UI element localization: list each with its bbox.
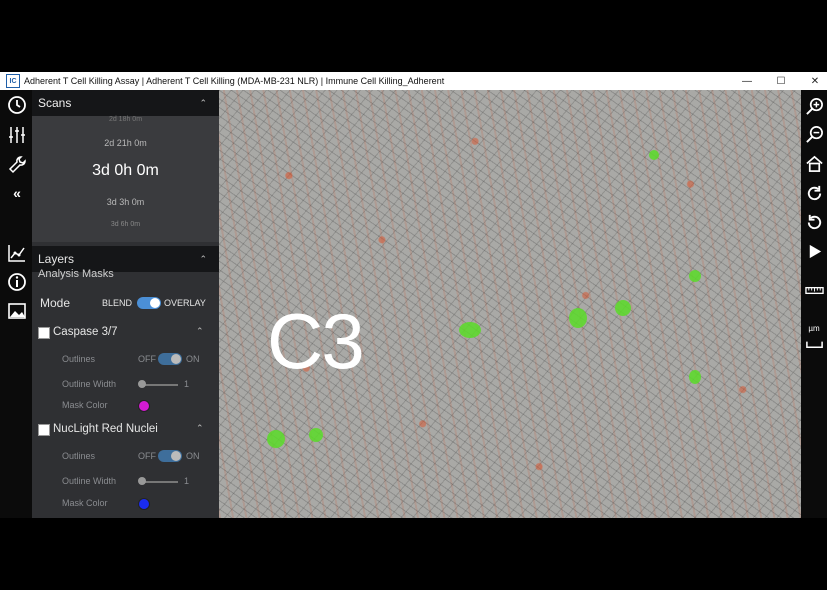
outlines-on-label: ON [186, 354, 200, 364]
green-cell [267, 430, 285, 448]
right-toolbar: µm [801, 90, 827, 518]
outline-width-label: Outline Width [62, 476, 117, 486]
clock-icon[interactable] [6, 94, 28, 116]
mask-color-swatch[interactable] [138, 498, 150, 510]
scans-header[interactable]: Scans ⌃ [32, 90, 219, 116]
mode-overlay-option[interactable]: OVERLAY [164, 298, 206, 308]
outlines-label: Outlines [62, 354, 96, 364]
outlines-off-label: OFF [138, 451, 156, 461]
left-toolbar: « [0, 90, 32, 518]
home-icon[interactable] [804, 153, 824, 173]
app-window: IC Adherent T Cell Killing Assay | Adher… [0, 72, 827, 518]
layers-title: Layers [38, 252, 75, 266]
image-viewer[interactable]: C3 [219, 90, 801, 518]
ruler-icon[interactable] [804, 280, 824, 300]
image-icon[interactable] [6, 300, 28, 322]
collapse-chevron-icon[interactable]: ⌃ [196, 326, 204, 337]
close-button[interactable]: ✕ [809, 76, 821, 87]
graph-icon[interactable] [6, 242, 28, 264]
scan-time-selected[interactable]: 3d 0h 0m [32, 162, 219, 180]
outline-width-value: 1 [184, 476, 190, 486]
green-cell [649, 150, 659, 160]
mask-color-label: Mask Color [62, 498, 108, 508]
play-icon[interactable] [804, 241, 824, 261]
slider-thumb[interactable] [138, 380, 146, 388]
outlines-on-label: ON [186, 451, 200, 461]
layer-name: NucLight Red Nuclei [53, 423, 158, 435]
side-panel: Scans ⌃ 2d 18h 0m 2d 21h 0m 3d 0h 0m 3d … [32, 90, 219, 518]
scan-time-picker[interactable]: 2d 18h 0m 2d 21h 0m 3d 0h 0m 3d 3h 0m 3d… [32, 116, 219, 242]
sliders-icon[interactable] [6, 124, 28, 146]
mode-blend-option[interactable]: BLEND [102, 298, 132, 308]
wrench-icon[interactable] [6, 154, 28, 176]
title-bar: IC Adherent T Cell Killing Assay | Adher… [0, 72, 827, 90]
maximize-button[interactable]: ☐ [775, 76, 787, 87]
window-title: Adherent T Cell Killing Assay | Adherent… [24, 76, 445, 86]
layers-body: Analysis Masks Mode BLEND OVERLAY Caspas… [32, 268, 219, 518]
mask-color-label: Mask Color [62, 400, 108, 410]
info-icon[interactable] [6, 271, 28, 293]
outlines-toggle[interactable] [158, 450, 182, 462]
scale-bar-icon[interactable] [804, 333, 824, 353]
green-cell [689, 370, 701, 384]
green-cell [309, 428, 323, 442]
window-controls: — ☐ ✕ [741, 72, 821, 90]
green-cell [459, 322, 481, 338]
mask-color-swatch[interactable] [138, 400, 150, 412]
scan-time-option[interactable]: 2d 21h 0m [32, 138, 219, 148]
outline-width-value: 1 [184, 379, 190, 389]
mode-toggle[interactable] [137, 297, 161, 309]
scale-unit-label: µm [808, 324, 820, 333]
slider-thumb[interactable] [138, 477, 146, 485]
outline-width-label: Outline Width [62, 379, 117, 389]
collapse-chevron-icon[interactable]: ⌃ [199, 98, 207, 109]
zoom-in-icon[interactable] [804, 96, 824, 116]
scan-time-option[interactable]: 3d 3h 0m [32, 197, 219, 207]
outlines-off-label: OFF [138, 354, 156, 364]
caspase-checkbox[interactable] [38, 327, 50, 339]
scan-time-option[interactable]: 3d 6h 0m [32, 221, 219, 228]
green-cell [615, 300, 631, 316]
outlines-label: Outlines [62, 451, 96, 461]
scans-title: Scans [38, 96, 72, 110]
collapse-chevron-icon[interactable]: ⌃ [199, 254, 207, 265]
well-label: C3 [267, 297, 365, 385]
app-logo: IC [6, 74, 20, 88]
collapse-chevron-icon[interactable]: ⌃ [196, 423, 204, 434]
rotate-forward-icon[interactable] [804, 183, 824, 203]
analysis-masks-label: Analysis Masks [38, 268, 114, 280]
rotate-back-icon[interactable] [804, 212, 824, 232]
zoom-out-icon[interactable] [804, 124, 824, 144]
scan-time-option[interactable]: 2d 18h 0m [32, 116, 219, 123]
nuclight-checkbox[interactable] [38, 424, 50, 436]
green-cell [689, 270, 701, 282]
green-cell [569, 308, 587, 328]
minimize-button[interactable]: — [741, 76, 753, 87]
collapse-double-chevron-icon[interactable]: « [6, 182, 28, 204]
layer-name: Caspase 3/7 [53, 326, 118, 338]
outlines-toggle[interactable] [158, 353, 182, 365]
